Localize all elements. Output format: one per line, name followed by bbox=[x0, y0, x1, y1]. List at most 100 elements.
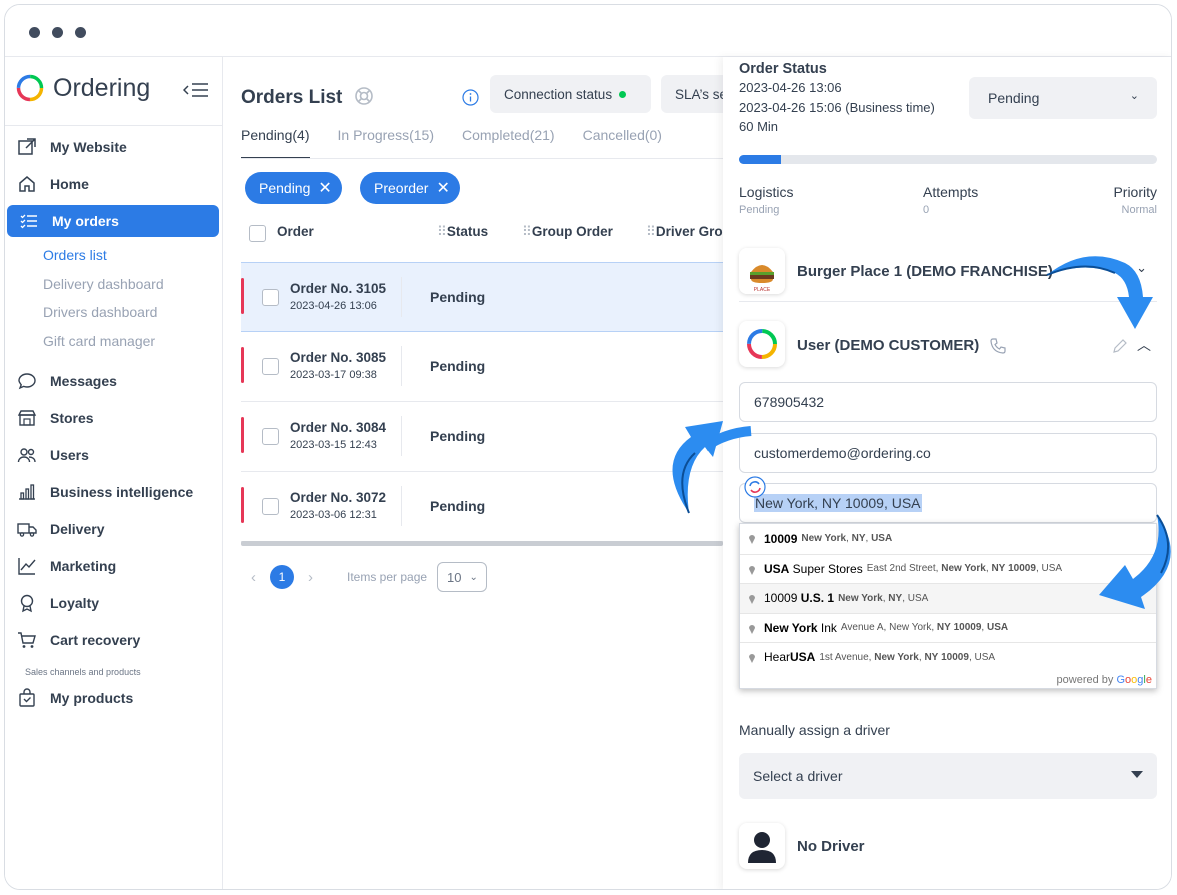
sidebar-item-my-orders[interactable]: My orders bbox=[7, 205, 219, 237]
sidebar-item-cart-recovery[interactable]: Cart recovery bbox=[5, 624, 219, 656]
lifebuoy-icon[interactable] bbox=[354, 86, 374, 106]
customer-phone-field[interactable]: 678905432 bbox=[739, 382, 1157, 422]
table-row[interactable]: Order No. 3084 2023-03-15 12:43 Pending bbox=[241, 402, 723, 472]
tab-cancelled[interactable]: Cancelled(0) bbox=[583, 127, 662, 159]
close-icon[interactable]: ✕ bbox=[436, 178, 449, 198]
logistics-label: Logistics bbox=[739, 184, 794, 200]
sidebar-item-delivery[interactable]: Delivery bbox=[5, 513, 219, 545]
ordering-logo-icon bbox=[747, 329, 777, 359]
horizontal-scrollbar[interactable] bbox=[241, 541, 723, 546]
items-per-page-select[interactable]: 10 ⌄ bbox=[437, 562, 488, 592]
home-icon bbox=[17, 174, 37, 194]
business-row[interactable]: PLACE Burger Place 1 (DEMO FRANCHISE) ⌄ bbox=[739, 246, 1157, 302]
sidebar-item-stores[interactable]: Stores bbox=[5, 402, 219, 434]
sidebar-item-marketing[interactable]: Marketing bbox=[5, 550, 219, 582]
autocomplete-main-text: New York Ink bbox=[764, 620, 837, 635]
sla-settings-button[interactable]: SLA’s se bbox=[661, 75, 723, 113]
table-header: Order ⠿Status ⠿Group Order ⠿Driver Gro bbox=[241, 215, 723, 255]
sidebar-item-my-products[interactable]: My products bbox=[5, 682, 219, 714]
sidebar-subitem-drivers-dashboard[interactable]: Drivers dashboard bbox=[43, 304, 157, 320]
filter-chip-pending[interactable]: Pending ✕ bbox=[245, 172, 342, 204]
order-status: Pending bbox=[430, 498, 486, 514]
refresh-location-icon[interactable] bbox=[744, 476, 766, 498]
close-icon[interactable]: ✕ bbox=[318, 178, 331, 198]
sidebar-item-label: Delivery bbox=[50, 521, 105, 537]
drag-handle-icon[interactable]: ⠿ bbox=[522, 224, 532, 239]
table-row[interactable]: Order No. 3072 2023-03-06 12:31 Pending bbox=[241, 472, 723, 542]
phone-icon[interactable] bbox=[989, 337, 1007, 355]
order-duration: 60 Min bbox=[739, 119, 779, 134]
drag-handle-icon[interactable]: ⠿ bbox=[437, 224, 447, 239]
table-row[interactable]: Order No. 3105 2023-04-26 13:06 Pending bbox=[241, 262, 723, 332]
sidebar-item-business-intelligence[interactable]: Business intelligence bbox=[5, 476, 219, 508]
page-number-button[interactable]: 1 bbox=[270, 565, 294, 589]
customer-phone-value: 678905432 bbox=[754, 394, 825, 410]
autocomplete-option[interactable]: 10009 U.S. 1 New York, NY, USA bbox=[740, 583, 1156, 613]
autocomplete-main-text: HearUSA bbox=[764, 650, 816, 665]
info-icon[interactable] bbox=[462, 89, 479, 106]
order-detail-panel: Order Status 2023-04-26 13:06 2023-04-26… bbox=[723, 57, 1171, 889]
row-checkbox[interactable] bbox=[262, 289, 279, 306]
select-all-checkbox[interactable] bbox=[249, 225, 266, 242]
prev-page-icon[interactable]: ‹ bbox=[251, 569, 256, 586]
online-status-dot-icon bbox=[619, 90, 627, 98]
autocomplete-option[interactable]: 10009 New York, NY, USA bbox=[740, 524, 1156, 554]
tab-pending[interactable]: Pending(4) bbox=[241, 127, 310, 159]
ordering-logo-icon bbox=[16, 74, 44, 102]
row-checkbox[interactable] bbox=[262, 498, 279, 515]
map-pin-icon bbox=[749, 595, 755, 604]
autocomplete-option[interactable]: New York Ink Avenue A, New York, NY 10009… bbox=[740, 612, 1156, 643]
order-date: 2023-03-06 12:31 bbox=[290, 509, 377, 521]
chevron-down-icon[interactable]: ⌄ bbox=[1136, 260, 1147, 276]
window-titlebar bbox=[5, 5, 1171, 57]
column-header-driver-group[interactable]: ⠿Driver Gro bbox=[646, 224, 723, 240]
customer-email-field[interactable]: customerdemo@ordering.co bbox=[739, 433, 1157, 473]
autocomplete-option[interactable]: HearUSA 1st Avenue, New York, NY 10009, U… bbox=[740, 642, 1156, 672]
window-dot-icon bbox=[75, 27, 86, 38]
edit-pencil-icon[interactable] bbox=[1112, 338, 1128, 354]
sidebar-item-my-website[interactable]: My Website bbox=[5, 131, 219, 163]
sidebar-subitem-orders-list[interactable]: Orders list bbox=[43, 247, 107, 263]
sidebar-subitem-delivery-dashboard[interactable]: Delivery dashboard bbox=[43, 276, 164, 292]
next-page-icon[interactable]: › bbox=[308, 569, 313, 586]
order-date: 2023-03-17 09:38 bbox=[290, 369, 377, 381]
list-icon bbox=[19, 211, 39, 231]
filter-chip-label: Pending bbox=[259, 180, 311, 196]
row-priority-bar bbox=[241, 278, 244, 314]
tab-in-progress[interactable]: In Progress(15) bbox=[338, 127, 434, 159]
tab-completed[interactable]: Completed(21) bbox=[462, 127, 555, 159]
column-header-order[interactable]: Order bbox=[277, 224, 314, 239]
sidebar-item-label: Loyalty bbox=[50, 595, 100, 611]
filter-chip-preorder[interactable]: Preorder ✕ bbox=[360, 172, 460, 204]
sidebar-item-home[interactable]: Home bbox=[5, 168, 219, 200]
row-checkbox[interactable] bbox=[262, 428, 279, 445]
driver-select[interactable]: Select a driver bbox=[739, 753, 1157, 799]
logistics-value: Pending bbox=[739, 204, 780, 216]
autocomplete-option[interactable]: USA Super Stores East 2nd Street, New Yor… bbox=[740, 553, 1156, 584]
column-header-status[interactable]: ⠿Status bbox=[437, 224, 488, 240]
sidebar-item-users[interactable]: Users bbox=[5, 439, 219, 471]
autocomplete-main-text: 10009 bbox=[764, 531, 798, 546]
order-status-select[interactable]: Pending ⌄ bbox=[969, 77, 1157, 119]
chevron-up-icon[interactable]: ︿ bbox=[1137, 335, 1151, 355]
row-checkbox[interactable] bbox=[262, 358, 279, 375]
customer-row: User (DEMO CUSTOMER) ︿ bbox=[739, 321, 1157, 373]
row-priority-bar bbox=[241, 347, 244, 383]
collapse-sidebar-icon[interactable] bbox=[183, 81, 209, 99]
table-row[interactable]: Order No. 3085 2023-03-17 09:38 Pending bbox=[241, 332, 723, 402]
sidebar-item-messages[interactable]: Messages bbox=[5, 365, 219, 397]
customer-address-field[interactable]: New York, NY 10009, USA bbox=[739, 483, 1157, 523]
drag-handle-icon[interactable]: ⠿ bbox=[646, 224, 656, 239]
orders-main: Orders List Connection status SLA’s se P… bbox=[223, 57, 723, 889]
sidebar-item-label: My products bbox=[50, 690, 134, 706]
column-header-group-order[interactable]: ⠿Group Order bbox=[522, 224, 613, 240]
customer-avatar bbox=[739, 321, 785, 367]
priority-label: Priority bbox=[1113, 184, 1157, 200]
connection-status-button[interactable]: Connection status bbox=[490, 75, 651, 113]
tabs-divider bbox=[241, 158, 723, 159]
autocomplete-secondary-text: East 2nd Street, New York, NY 10009, USA bbox=[866, 563, 1063, 575]
filter-chip-label: Preorder bbox=[374, 180, 429, 196]
sidebar-subitem-gift-card-manager[interactable]: Gift card manager bbox=[43, 333, 155, 349]
brand-logo[interactable]: Ordering bbox=[15, 72, 150, 104]
sidebar-item-loyalty[interactable]: Loyalty bbox=[5, 587, 219, 619]
